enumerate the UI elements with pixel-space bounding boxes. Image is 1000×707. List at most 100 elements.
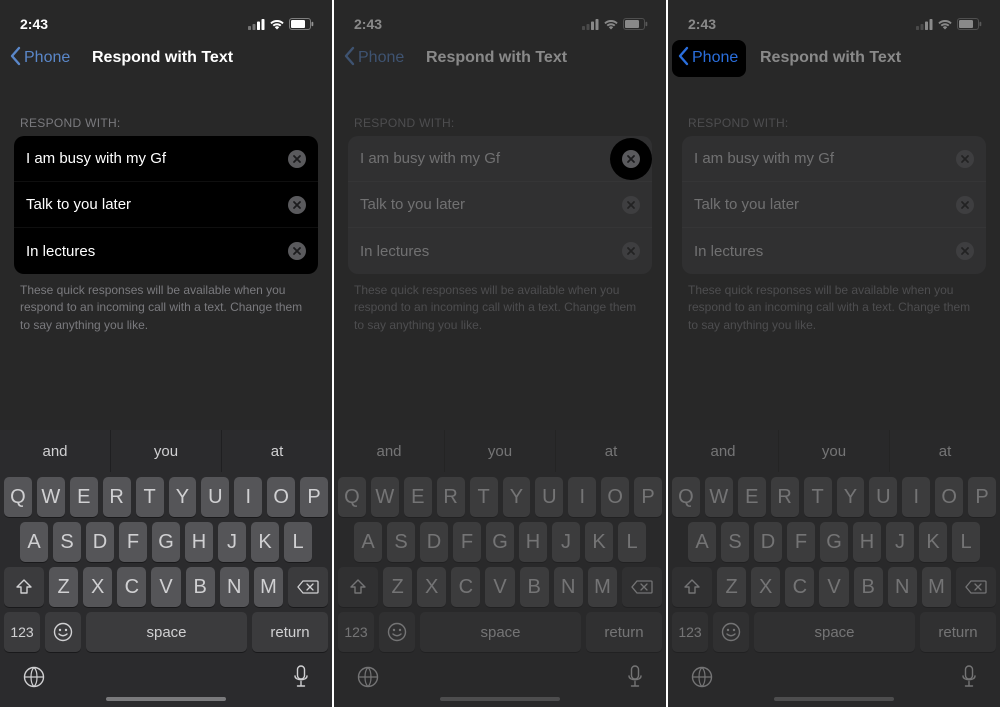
clear-text-icon[interactable] xyxy=(956,150,974,168)
clear-text-icon[interactable] xyxy=(622,150,640,168)
key-u[interactable]: U xyxy=(869,477,897,517)
key-j[interactable]: J xyxy=(218,522,246,562)
response-row[interactable]: I am busy with my Gf xyxy=(682,136,986,182)
predict-word[interactable]: at xyxy=(556,430,666,472)
key-g[interactable]: G xyxy=(486,522,514,562)
predict-word[interactable]: at xyxy=(222,430,332,472)
response-row[interactable]: In lectures xyxy=(682,228,986,274)
key-w[interactable]: W xyxy=(37,477,65,517)
predict-word[interactable]: at xyxy=(890,430,1000,472)
key-a[interactable]: A xyxy=(354,522,382,562)
key-j[interactable]: J xyxy=(552,522,580,562)
key-x[interactable]: X xyxy=(417,567,446,607)
key-i[interactable]: I xyxy=(234,477,262,517)
globe-icon[interactable] xyxy=(690,665,714,694)
key-f[interactable]: F xyxy=(119,522,147,562)
response-input[interactable]: In lectures xyxy=(26,243,288,260)
emoji-key[interactable] xyxy=(713,612,749,652)
shift-key[interactable] xyxy=(672,567,712,607)
clear-text-icon[interactable] xyxy=(288,150,306,168)
key-v[interactable]: V xyxy=(485,567,514,607)
clear-text-icon[interactable] xyxy=(956,196,974,214)
predict-word[interactable]: and xyxy=(334,430,445,472)
key-u[interactable]: U xyxy=(535,477,563,517)
key-d[interactable]: D xyxy=(420,522,448,562)
backspace-key[interactable] xyxy=(288,567,328,607)
key-c[interactable]: C xyxy=(451,567,480,607)
key-r[interactable]: R xyxy=(103,477,131,517)
key-n[interactable]: N xyxy=(554,567,583,607)
key-o[interactable]: O xyxy=(601,477,629,517)
key-p[interactable]: P xyxy=(968,477,996,517)
key-k[interactable]: K xyxy=(919,522,947,562)
response-input[interactable]: In lectures xyxy=(360,243,622,260)
key-r[interactable]: R xyxy=(437,477,465,517)
clear-text-icon[interactable] xyxy=(288,242,306,260)
key-l[interactable]: L xyxy=(952,522,980,562)
key-z[interactable]: Z xyxy=(49,567,78,607)
clear-text-icon[interactable] xyxy=(288,196,306,214)
key-c[interactable]: C xyxy=(117,567,146,607)
key-h[interactable]: H xyxy=(519,522,547,562)
key-w[interactable]: W xyxy=(705,477,733,517)
response-input[interactable]: Talk to you later xyxy=(26,196,288,213)
response-row[interactable]: I am busy with my Gf xyxy=(348,136,652,182)
key-y[interactable]: Y xyxy=(169,477,197,517)
key-e[interactable]: E xyxy=(738,477,766,517)
key-l[interactable]: L xyxy=(618,522,646,562)
predict-word[interactable]: you xyxy=(779,430,890,472)
key-s[interactable]: S xyxy=(721,522,749,562)
key-z[interactable]: Z xyxy=(717,567,746,607)
key-e[interactable]: E xyxy=(404,477,432,517)
response-row[interactable]: Talk to you later xyxy=(348,182,652,228)
key-v[interactable]: V xyxy=(151,567,180,607)
key-s[interactable]: S xyxy=(387,522,415,562)
key-g[interactable]: G xyxy=(820,522,848,562)
key-t[interactable]: T xyxy=(470,477,498,517)
response-row[interactable]: Talk to you later xyxy=(14,182,318,228)
predict-word[interactable]: and xyxy=(668,430,779,472)
key-a[interactable]: A xyxy=(20,522,48,562)
response-row[interactable]: In lectures xyxy=(348,228,652,274)
key-z[interactable]: Z xyxy=(383,567,412,607)
globe-icon[interactable] xyxy=(356,665,380,694)
key-d[interactable]: D xyxy=(86,522,114,562)
clear-text-icon[interactable] xyxy=(622,242,640,260)
key-a[interactable]: A xyxy=(688,522,716,562)
response-input[interactable]: I am busy with my Gf xyxy=(694,150,956,167)
space-key[interactable]: space xyxy=(420,612,581,652)
response-input[interactable]: In lectures xyxy=(694,243,956,260)
key-h[interactable]: H xyxy=(185,522,213,562)
dictation-icon[interactable] xyxy=(626,664,644,695)
key-s[interactable]: S xyxy=(53,522,81,562)
predict-word[interactable]: you xyxy=(111,430,222,472)
home-indicator[interactable] xyxy=(106,697,226,701)
key-h[interactable]: H xyxy=(853,522,881,562)
response-row[interactable]: In lectures xyxy=(14,228,318,274)
key-m[interactable]: M xyxy=(254,567,283,607)
key-o[interactable]: O xyxy=(267,477,295,517)
backspace-key[interactable] xyxy=(622,567,662,607)
key-w[interactable]: W xyxy=(371,477,399,517)
key-c[interactable]: C xyxy=(785,567,814,607)
key-t[interactable]: T xyxy=(804,477,832,517)
response-input[interactable]: Talk to you later xyxy=(694,196,956,213)
numbers-key[interactable]: 123 xyxy=(4,612,40,652)
emoji-key[interactable] xyxy=(45,612,81,652)
key-q[interactable]: Q xyxy=(4,477,32,517)
return-key[interactable]: return xyxy=(252,612,328,652)
space-key[interactable]: space xyxy=(86,612,247,652)
return-key[interactable]: return xyxy=(920,612,996,652)
back-button[interactable]: Phone xyxy=(4,40,78,77)
clear-text-icon[interactable] xyxy=(622,196,640,214)
response-input[interactable]: Talk to you later xyxy=(360,196,622,213)
key-t[interactable]: T xyxy=(136,477,164,517)
key-b[interactable]: B xyxy=(854,567,883,607)
response-input[interactable]: I am busy with my Gf xyxy=(360,150,622,167)
key-i[interactable]: I xyxy=(902,477,930,517)
key-y[interactable]: Y xyxy=(503,477,531,517)
numbers-key[interactable]: 123 xyxy=(672,612,708,652)
shift-key[interactable] xyxy=(4,567,44,607)
predict-word[interactable]: and xyxy=(0,430,111,472)
key-j[interactable]: J xyxy=(886,522,914,562)
